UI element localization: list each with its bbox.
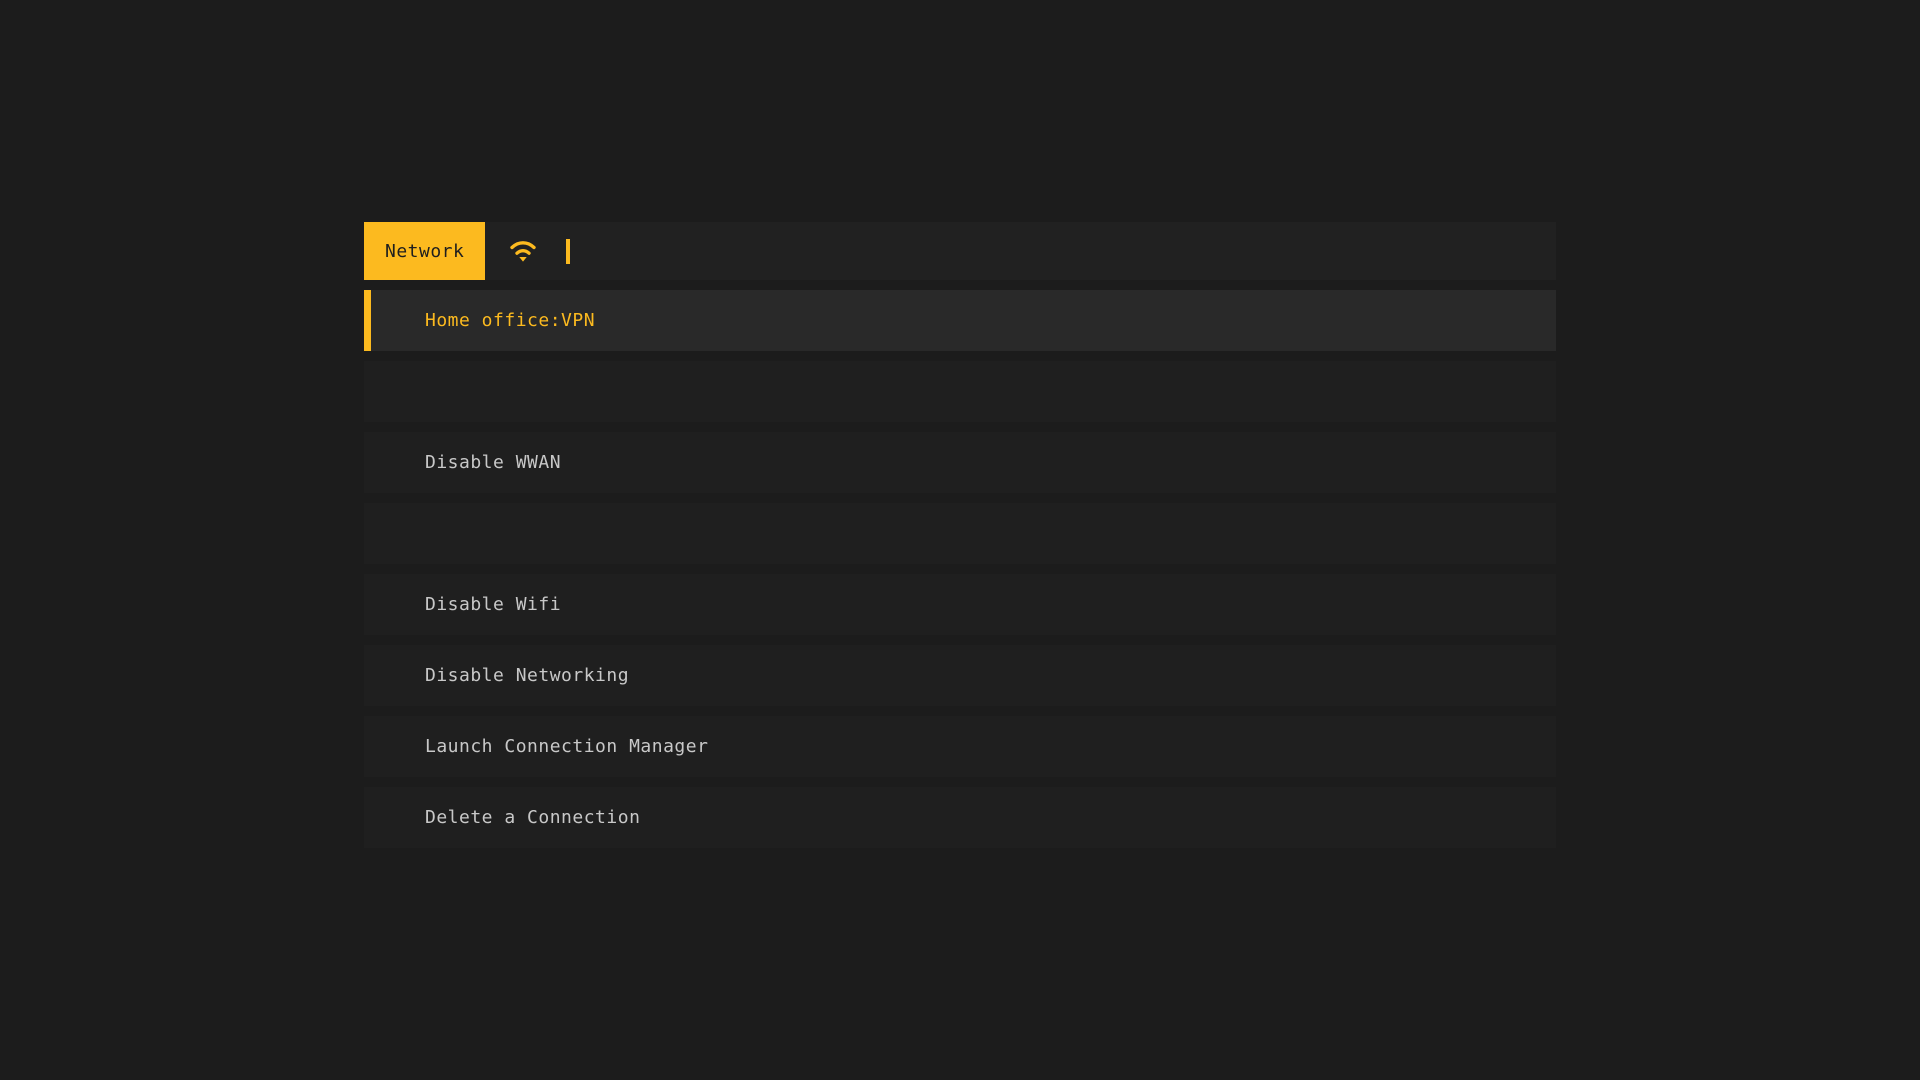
menu-item-disable-wifi[interactable]: Disable Wifi [364,574,1556,635]
wifi-icon [509,239,537,263]
menu-item-disable-wwan[interactable]: Disable WWAN [364,432,1556,493]
search-bar: Network [364,222,1556,280]
text-cursor-caret [566,239,570,264]
menu-item-blank-2[interactable] [364,503,1556,564]
prompt-badge: Network [364,222,485,280]
menu-item-label: Disable Networking [425,665,629,686]
search-input[interactable] [537,222,1556,280]
menu-item-home-office-vpn[interactable]: Home office:VPN [364,290,1556,351]
menu-item-disable-networking[interactable]: Disable Networking [364,645,1556,706]
menu-item-label: Delete a Connection [425,807,640,828]
menu-item-blank-1[interactable] [364,361,1556,422]
menu-item-label: Disable Wifi [425,594,561,615]
menu-item-label: Home office:VPN [425,310,595,331]
selection-indicator-bar [364,290,371,351]
menu-item-delete-a-connection[interactable]: Delete a Connection [364,787,1556,848]
network-menu-window: Network Home office:VPN Disable WWAN Dis… [364,222,1556,848]
menu-item-launch-connection-manager[interactable]: Launch Connection Manager [364,716,1556,777]
menu-item-label: Launch Connection Manager [425,736,708,757]
menu-item-label: Disable WWAN [425,452,561,473]
